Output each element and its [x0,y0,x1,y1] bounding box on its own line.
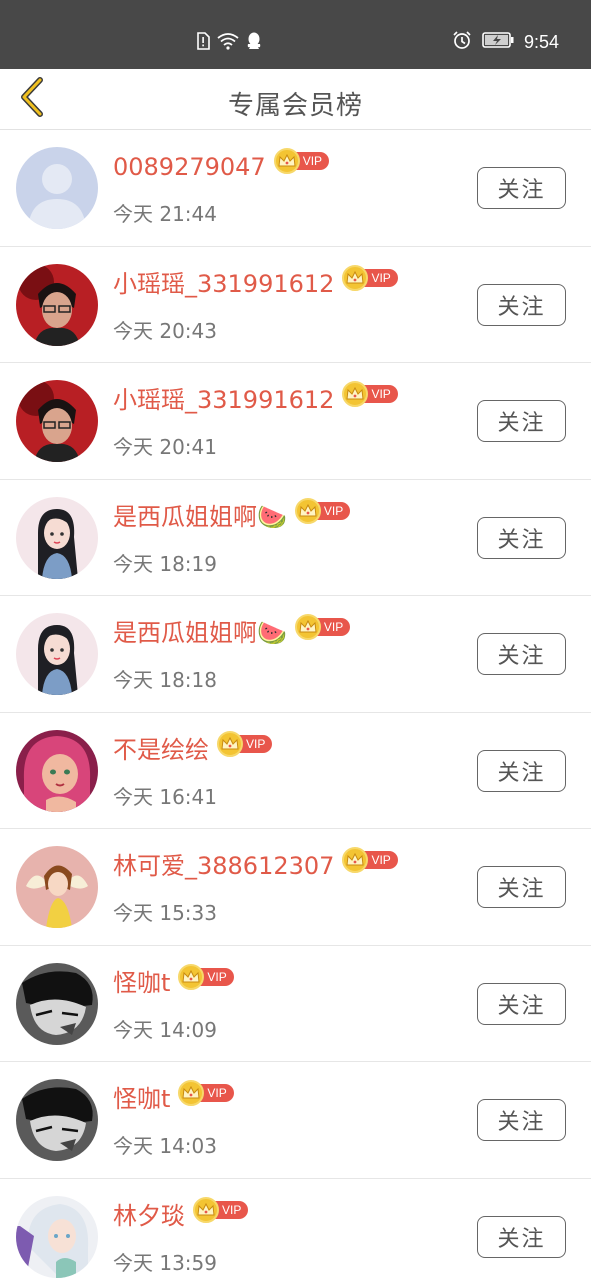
battery-charging-icon [482,32,514,52]
member-name[interactable]: 林可爱_388612307 [113,851,334,881]
page-title: 专属会员榜 [227,91,363,121]
member-name[interactable]: 小瑶瑶_331991612 [113,269,334,299]
member-name-line: 是西瓜姐姐啊🍉 VIP [113,497,351,532]
member-name[interactable]: 怪咖t [113,1084,170,1114]
visit-time: 今天 13:59 [113,1250,217,1275]
list-item[interactable]: 是西瓜姐姐啊🍉 VIP 今天 18:18 关注 [0,596,591,713]
crown-icon [342,847,369,873]
list-item[interactable]: 怪咖t VIP 今天 14:09 关注 [0,946,591,1062]
follow-button[interactable]: 关注 [477,400,566,442]
status-bar: 9:54 [0,0,591,69]
list-item[interactable]: 是西瓜姐姐啊🍉 VIP 今天 18:19 关注 [0,480,591,596]
sim-alert-icon [196,32,210,54]
avatar[interactable] [16,962,98,1045]
avatar[interactable] [16,147,98,229]
follow-button[interactable]: 关注 [477,516,566,559]
crown-icon [178,1080,205,1106]
crown-icon [273,148,300,174]
vip-badge: VIP [342,264,398,291]
visit-time: 今天 16:41 [113,784,217,809]
vip-badge: VIP [342,381,398,407]
crown-icon [342,381,369,407]
avatar[interactable] [16,1079,98,1161]
member-name-line: 林可爱_388612307 VIP [113,847,398,881]
crown-icon [178,963,205,990]
vip-badge: VIP [178,963,234,990]
vip-badge: VIP [294,497,351,524]
member-list: 0089279047 VIP 今天 21:44 关注 小瑶瑶_331991612 VIP 今… [0,130,591,1280]
member-name-line: 不是绘绘 VIP [113,730,273,765]
alarm-icon [452,30,472,54]
follow-button[interactable]: 关注 [477,1099,566,1141]
member-name[interactable]: 林夕琰 [113,1201,185,1231]
visit-time: 今天 18:18 [113,668,217,692]
avatar[interactable] [16,846,98,928]
list-item[interactable]: 小瑶瑶_331991612 VIP 今天 20:43 关注 [0,247,591,363]
nav-bar: 专属会员榜 [0,69,591,130]
crown-icon [217,730,243,757]
list-item[interactable]: 林夕琰 VIP 今天 13:59 关注 [0,1179,591,1280]
avatar[interactable] [16,380,98,462]
visit-time: 今天 20:41 [113,435,217,459]
member-name[interactable]: 是西瓜姐姐啊🍉 [113,502,287,532]
member-name[interactable]: 0089279047 [113,152,266,182]
list-item[interactable]: 0089279047 VIP 今天 21:44 关注 [0,130,591,247]
member-name-line: 怪咖t VIP [113,1080,234,1114]
visit-time: 今天 14:03 [113,1134,217,1158]
crown-icon [193,1196,219,1223]
status-icons-left [196,32,262,54]
follow-button[interactable]: 关注 [477,167,566,209]
vip-badge: VIP [178,1080,234,1106]
member-name-line: 小瑶瑶_331991612 VIP [113,381,398,415]
visit-time: 今天 15:33 [113,901,217,925]
avatar[interactable] [16,496,98,579]
member-name[interactable]: 是西瓜姐姐啊🍉 [113,618,287,648]
wifi-icon [216,32,240,54]
visit-time: 今天 21:44 [113,202,217,226]
member-name-line: 小瑶瑶_331991612 VIP [113,264,398,299]
qq-icon [246,32,262,54]
member-name-line: 是西瓜姐姐啊🍉 VIP [113,614,351,648]
member-name[interactable]: 不是绘绘 [113,735,209,765]
follow-button[interactable]: 关注 [477,982,566,1025]
visit-time: 今天 20:43 [113,318,217,343]
follow-button[interactable]: 关注 [477,283,566,326]
member-name[interactable]: 小瑶瑶_331991612 [113,385,334,415]
vip-badge: VIP [294,614,351,640]
member-name-line: 林夕琰 VIP [113,1196,249,1231]
visit-time: 今天 18:19 [113,551,217,576]
member-name[interactable]: 怪咖t [113,968,170,998]
vip-badge: VIP [217,730,273,757]
crown-icon [294,614,321,640]
member-name-line: 0089279047 VIP [113,148,330,182]
visit-time: 今天 14:09 [113,1017,217,1042]
follow-button[interactable]: 关注 [477,1215,566,1258]
avatar[interactable] [16,1195,98,1278]
follow-button[interactable]: 关注 [477,633,566,675]
follow-button[interactable]: 关注 [477,749,566,792]
status-icons-right: 9:54 [452,30,559,54]
list-item[interactable]: 小瑶瑶_331991612 VIP 今天 20:41 关注 [0,363,591,480]
crown-icon [294,497,321,524]
list-item[interactable]: 林可爱_388612307 VIP 今天 15:33 关注 [0,829,591,946]
follow-button[interactable]: 关注 [477,866,566,908]
avatar[interactable] [16,729,98,812]
list-item[interactable]: 不是绘绘 VIP 今天 16:41 关注 [0,713,591,829]
crown-icon [342,264,369,291]
list-item[interactable]: 怪咖t VIP 今天 14:03 关注 [0,1062,591,1179]
vip-badge: VIP [342,847,398,873]
avatar[interactable] [16,263,98,346]
member-name-line: 怪咖t VIP [113,963,234,998]
vip-badge: VIP [273,148,330,174]
avatar[interactable] [16,613,98,695]
vip-badge: VIP [193,1196,249,1223]
clock: 9:54 [523,31,559,52]
